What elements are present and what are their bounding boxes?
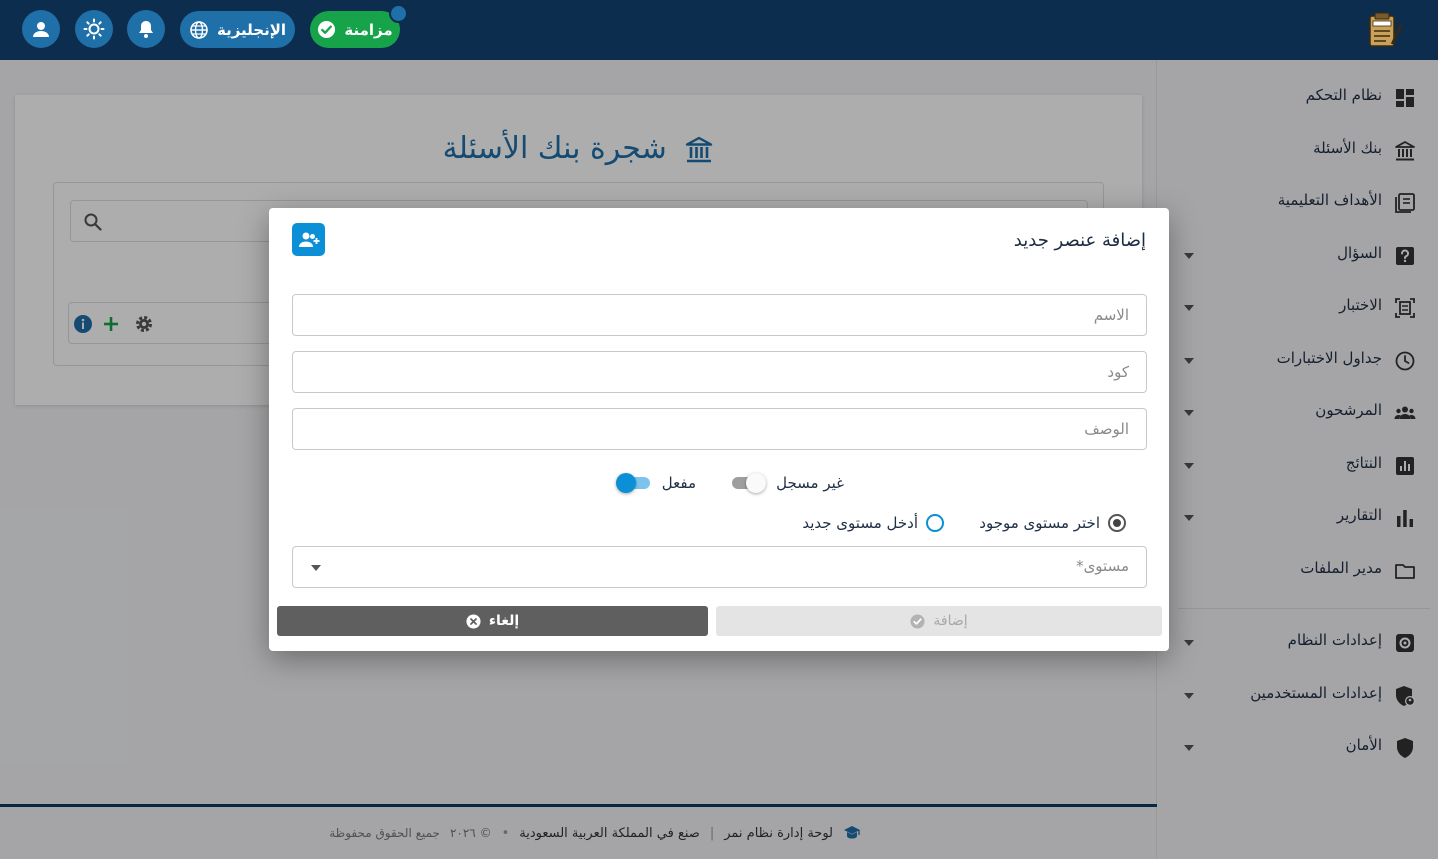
globe-icon bbox=[190, 20, 208, 39]
check-circle-icon bbox=[910, 613, 925, 629]
bell-icon bbox=[139, 21, 153, 38]
notifications-button[interactable] bbox=[127, 10, 165, 48]
dialog-badge bbox=[292, 223, 325, 256]
name-field[interactable] bbox=[292, 294, 1147, 336]
sun-icon bbox=[83, 18, 105, 40]
top-bar: الإنجليزية مزامنة bbox=[0, 0, 1438, 60]
sync-label: مزامنة bbox=[344, 20, 393, 39]
radio-new-level-input[interactable] bbox=[926, 514, 944, 532]
theme-toggle-button[interactable] bbox=[75, 10, 113, 48]
enabled-toggle-switch[interactable] bbox=[615, 473, 652, 493]
dialog-title: إضافة عنصر جديد bbox=[1013, 230, 1146, 251]
language-label: الإنجليزية bbox=[216, 20, 287, 39]
level-select-label: مستوى* bbox=[1076, 557, 1129, 575]
description-field[interactable] bbox=[292, 408, 1147, 450]
radio-existing-level-input[interactable] bbox=[1108, 514, 1126, 532]
check-circle-icon bbox=[318, 20, 336, 39]
enabled-toggle-label: مفعل bbox=[661, 474, 696, 492]
radio-existing-level-label: اختر مستوى موجود bbox=[979, 514, 1100, 532]
level-select[interactable]: مستوى* bbox=[292, 546, 1147, 588]
profile-button[interactable] bbox=[22, 10, 60, 48]
name-input[interactable] bbox=[293, 295, 1146, 335]
cancel-button[interactable]: إلغاء bbox=[277, 606, 708, 636]
unregistered-toggle-switch[interactable] bbox=[730, 473, 767, 493]
radio-new-level[interactable]: أدخل مستوى جديد bbox=[802, 513, 944, 533]
sync-button[interactable]: مزامنة bbox=[310, 11, 400, 48]
language-button[interactable]: الإنجليزية bbox=[180, 11, 295, 48]
chevron-down-icon[interactable] bbox=[311, 565, 321, 571]
sync-status-dot bbox=[389, 4, 408, 23]
close-circle-icon bbox=[466, 613, 481, 629]
code-input[interactable] bbox=[293, 352, 1146, 392]
radio-existing-level[interactable]: اختر مستوى موجود bbox=[979, 513, 1126, 533]
radio-new-level-label: أدخل مستوى جديد bbox=[802, 514, 918, 532]
unregistered-toggle-label: غير مسجل bbox=[776, 474, 844, 492]
enabled-toggle[interactable]: مفعل bbox=[615, 473, 696, 493]
add-button-label: إضافة bbox=[933, 613, 968, 629]
code-field[interactable] bbox=[292, 351, 1147, 393]
cancel-button-label: إلغاء bbox=[488, 613, 520, 629]
user-icon bbox=[33, 22, 49, 37]
unregistered-toggle[interactable]: غير مسجل bbox=[730, 473, 844, 493]
add-user-icon bbox=[298, 232, 319, 247]
add-button[interactable]: إضافة bbox=[716, 606, 1162, 636]
exam-logo-icon[interactable] bbox=[1364, 11, 1404, 49]
description-input[interactable] bbox=[293, 409, 1146, 449]
add-item-dialog: إضافة عنصر جديد غير مسجل مفعل اختر مستوى… bbox=[269, 208, 1169, 651]
